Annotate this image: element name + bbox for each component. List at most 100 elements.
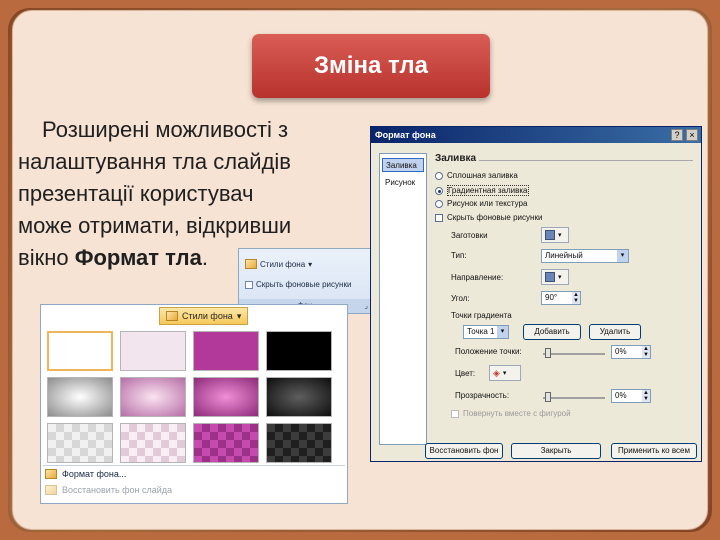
type-value: Линейный <box>545 251 583 260</box>
position-spinner[interactable]: 0% ▲ ▼ <box>611 345 651 359</box>
stop-value: Точка 1 <box>467 327 495 336</box>
chevron-down-icon: ▾ <box>308 259 313 269</box>
slide-title-box: Зміна тла <box>252 34 490 98</box>
chevron-down-icon: ▾ <box>558 232 562 239</box>
background-style-tile[interactable] <box>193 331 259 371</box>
ribbon-hide-graphics-checkbox[interactable]: Скрыть фоновые рисунки <box>245 280 351 289</box>
background-style-tile[interactable] <box>47 423 113 463</box>
background-styles-gallery: Стили фона ▾ Формат фона... Восстановить… <box>40 304 348 504</box>
nav-item-fill[interactable]: Заливка <box>382 158 424 172</box>
body-line-3: презентації користувач <box>18 181 254 206</box>
position-slider-thumb[interactable] <box>545 348 551 358</box>
format-background-label: Формат фона... <box>62 469 127 479</box>
fill-heading: Заливка <box>435 153 477 164</box>
restore-background-label: Восстановить фон слайда <box>62 485 173 495</box>
angle-spinner[interactable]: 90° ▲ ▼ <box>541 291 581 305</box>
option-solid-fill-label: Сплошная заливка <box>447 171 518 180</box>
close-button[interactable]: × <box>686 129 698 141</box>
add-stop-button[interactable]: Добавить <box>523 324 581 340</box>
ribbon-hide-graphics-label: Скрыть фоновые рисунки <box>256 280 352 289</box>
background-style-tile[interactable] <box>266 423 332 463</box>
chevron-down-icon: ▾ <box>236 310 242 321</box>
dialog-content: Заливка Сплошная заливка Градиентная зал… <box>433 153 695 445</box>
body-line-2: налаштування тла слайдів <box>18 149 291 174</box>
reset-background-button[interactable]: Восстановить фон <box>425 443 503 459</box>
background-style-tile[interactable] <box>120 331 186 371</box>
rotate-with-shape-label: Повернуть вместе с фигурой <box>463 409 571 418</box>
format-background-icon <box>45 469 57 479</box>
gallery-header-label: Стили фона <box>182 311 233 321</box>
background-style-tile[interactable] <box>266 377 332 417</box>
rotate-with-shape-checkbox[interactable]: Повернуть вместе с фигурой <box>451 409 571 418</box>
type-select[interactable]: Линейный ▾ <box>541 249 629 263</box>
transparency-slider-track <box>543 397 605 399</box>
color-button[interactable]: ◈ ▾ <box>489 365 521 381</box>
ribbon-styles-label: Стили фона <box>260 259 306 269</box>
transparency-spinner[interactable]: 0% ▲ ▼ <box>611 389 651 403</box>
transparency-value: 0% <box>615 391 627 400</box>
option-picture-fill-label: Рисунок или текстура <box>447 199 528 208</box>
chevron-down-icon: ▾ <box>617 250 628 262</box>
chevron-down-icon: ▾ <box>558 274 562 281</box>
radio-icon <box>435 171 443 180</box>
preset-button[interactable]: ▾ <box>541 227 569 243</box>
heading-divider <box>479 160 693 161</box>
background-style-tile[interactable] <box>266 331 332 371</box>
body-line-5-suffix: . <box>201 245 208 270</box>
help-button[interactable]: ? <box>671 129 683 141</box>
option-solid-fill[interactable]: Сплошная заливка <box>435 171 518 180</box>
stops-label: Точки градиента <box>451 311 512 320</box>
hide-background-label: Скрыть фоновые рисунки <box>447 213 543 222</box>
type-label: Тип: <box>451 251 467 260</box>
format-background-command[interactable]: Формат фона... <box>45 469 126 479</box>
option-gradient-fill-label: Градиентная заливка <box>447 185 529 196</box>
background-styles-icon <box>245 259 257 269</box>
dialog-title: Формат фона <box>375 130 436 140</box>
nav-item-picture[interactable]: Рисунок <box>382 176 424 190</box>
restore-background-icon <box>45 485 57 495</box>
body-line-5-prefix: вікно <box>18 245 75 270</box>
background-style-tile[interactable] <box>47 331 113 371</box>
checkbox-icon <box>435 213 443 222</box>
background-style-tile[interactable] <box>47 377 113 417</box>
apply-to-all-button[interactable]: Применить ко всем <box>611 443 697 459</box>
option-picture-fill[interactable]: Рисунок или текстура <box>435 199 527 208</box>
close-dialog-button[interactable]: Закрыть <box>511 443 601 459</box>
background-style-tile[interactable] <box>120 423 186 463</box>
hide-background-checkbox[interactable]: Скрыть фоновые рисунки <box>435 213 542 222</box>
format-background-dialog: Формат фона ? × Заливка Рисунок Заливка … <box>370 126 702 462</box>
dialog-title-bar[interactable]: Формат фона <box>371 127 701 143</box>
transparency-label: Прозрачность: <box>455 391 510 400</box>
direction-button[interactable]: ▾ <box>541 269 569 285</box>
dialog-launcher-icon[interactable]: ⌟ <box>364 299 368 313</box>
background-style-tile[interactable] <box>193 423 259 463</box>
option-gradient-fill[interactable]: Градиентная заливка <box>435 185 529 196</box>
body-line-5-bold: Формат тла <box>74 245 202 270</box>
gallery-header-button[interactable]: Стили фона ▾ <box>159 307 249 325</box>
direction-label: Направление: <box>451 273 504 282</box>
gallery-separator <box>43 465 345 466</box>
dialog-nav: Заливка Рисунок <box>379 153 427 445</box>
chevron-down-icon: ▾ <box>502 370 507 377</box>
remove-stop-button[interactable]: Удалить <box>589 324 641 340</box>
body-line-4: може отримати, відкривши <box>18 213 292 238</box>
transparency-slider-thumb[interactable] <box>545 392 551 402</box>
color-label: Цвет: <box>455 369 476 378</box>
stop-select[interactable]: Точка 1 ▾ <box>463 325 509 339</box>
background-style-tile[interactable] <box>120 377 186 417</box>
ribbon-styles-button[interactable]: Стили фона ▾ <box>245 259 312 269</box>
checkbox-icon <box>245 280 253 289</box>
angle-label: Угол: <box>451 294 470 303</box>
paint-bucket-icon: ◈ <box>493 367 500 378</box>
restore-background-command[interactable]: Восстановить фон слайда <box>45 485 172 495</box>
radio-icon <box>435 199 443 208</box>
background-styles-icon <box>166 311 178 321</box>
angle-value: 90° <box>545 293 558 302</box>
body-line-1: Розширені можливості з <box>42 117 289 142</box>
slide-title: Зміна тла <box>314 52 428 79</box>
position-label: Положение точки: <box>455 347 522 356</box>
background-style-tile[interactable] <box>193 377 259 417</box>
position-value: 0% <box>615 347 627 356</box>
position-slider-track <box>543 353 605 355</box>
radio-selected-icon <box>435 186 443 195</box>
